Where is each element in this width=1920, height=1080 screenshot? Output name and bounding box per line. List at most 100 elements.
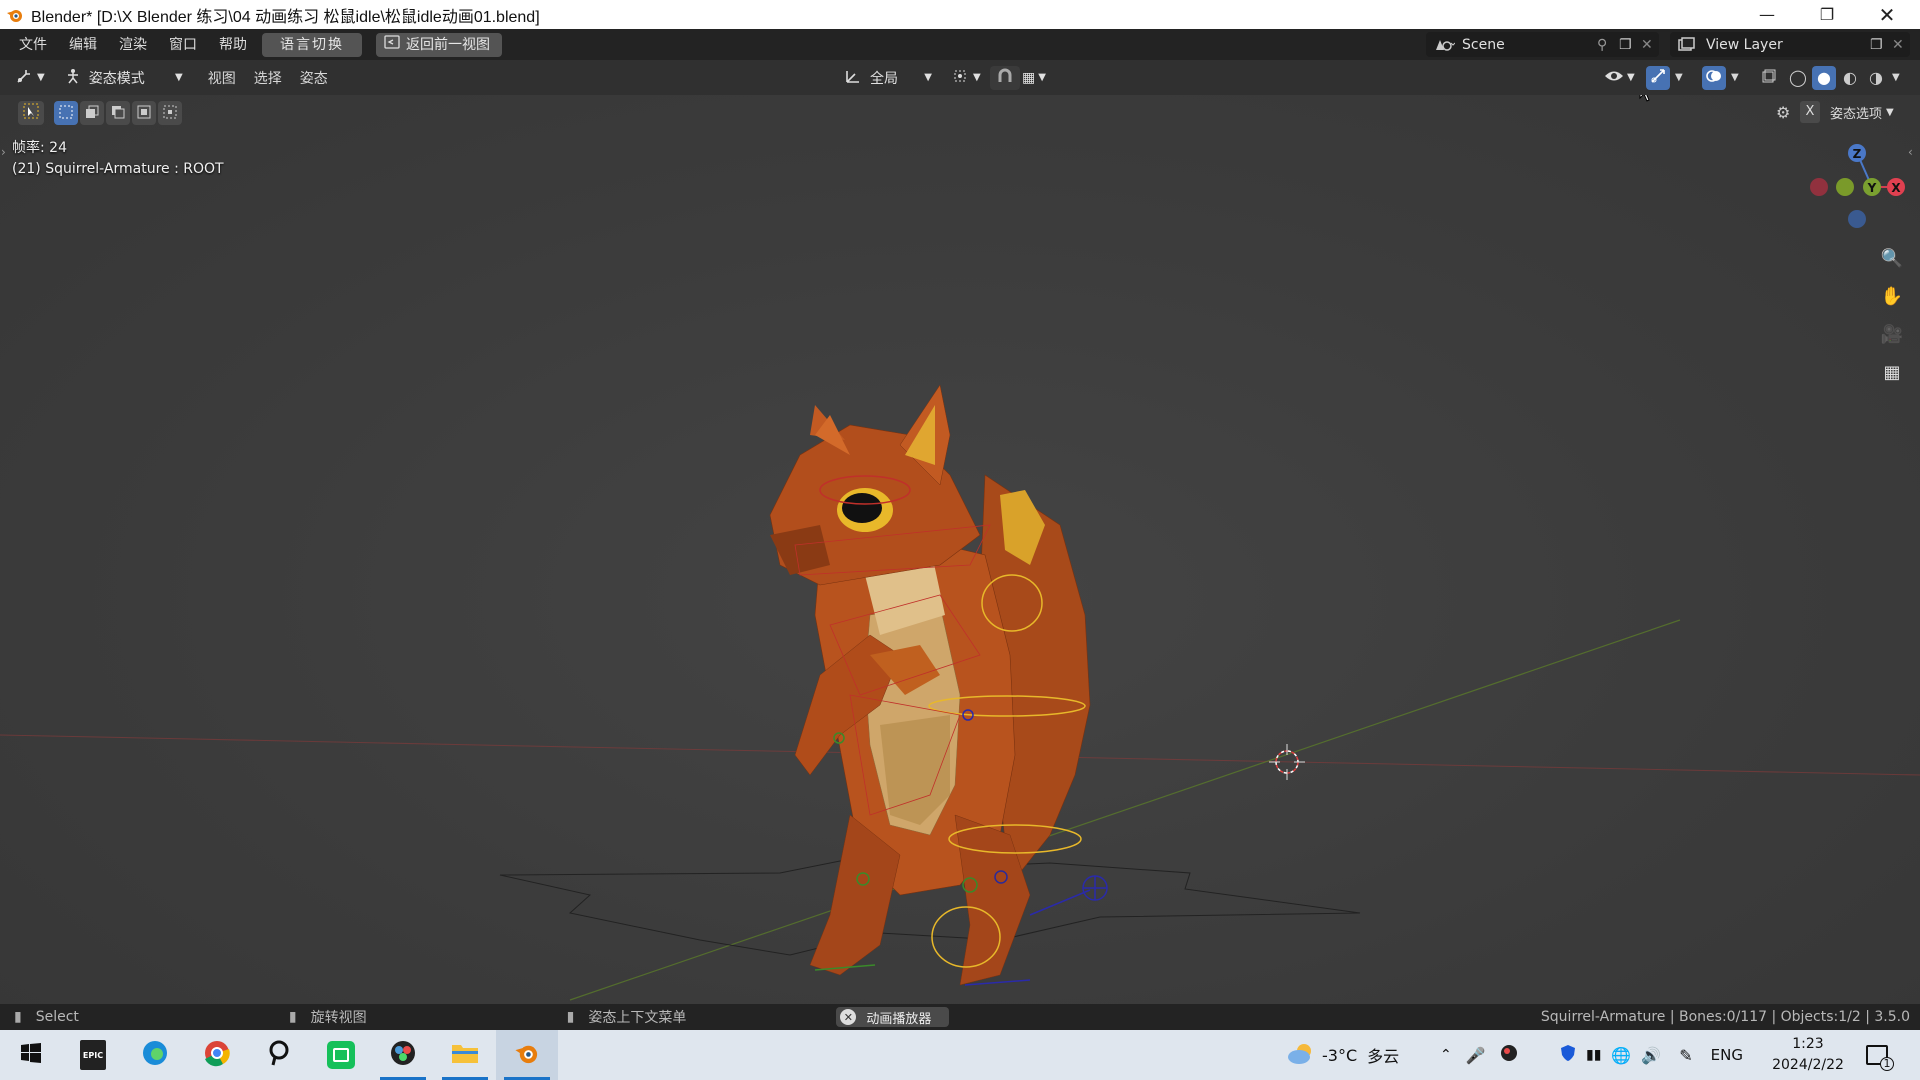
chevron-down-icon: ▼ (175, 72, 183, 83)
hand-icon: ✋ (1880, 285, 1904, 307)
delete-scene-icon[interactable]: ✕ (1641, 37, 1659, 53)
start-button[interactable] (0, 1030, 62, 1080)
zoom-icon: 🔍 (1880, 247, 1904, 269)
chevron-down-icon: ▼ (924, 72, 932, 83)
gizmo-toggle[interactable] (1646, 65, 1670, 90)
status-rotate: 旋转视图 (310, 1010, 367, 1026)
gizmo-icon (1649, 67, 1667, 89)
rendered-shading-button[interactable]: ◑ (1864, 66, 1888, 90)
overlays-chevron-down-icon[interactable]: ▼ (1731, 72, 1739, 83)
mouse-cursor-icon (1639, 95, 1650, 102)
close-button[interactable]: ✕ (1858, 0, 1916, 29)
gizmo-chevron-down-icon[interactable]: ▼ (1675, 72, 1683, 83)
overlays-icon (1705, 67, 1723, 89)
3d-viewport[interactable]: ⚙ X 姿态选项 ▼ › ‹ 帧率: 24 (21) Squirrel-Arma… (0, 95, 1920, 1010)
scene-selector[interactable]: Scene ⚲ ❐ ✕ (1426, 32, 1659, 57)
menu-file[interactable]: 文件 (8, 33, 58, 57)
zoom-button[interactable]: 🔍 (1877, 243, 1907, 273)
editor-type-dropdown[interactable]: ▼ (10, 66, 51, 90)
delete-view-layer-icon[interactable]: ✕ (1892, 37, 1910, 53)
shading-chevron-down-icon[interactable]: ▼ (1892, 72, 1900, 83)
view-layer-selector[interactable]: View Layer ❐ ✕ (1670, 32, 1910, 57)
material-shading-button[interactable]: ◐ (1838, 66, 1862, 90)
pen-icon[interactable]: ✎ (1679, 1046, 1692, 1065)
menu-render[interactable]: 渲染 (108, 33, 158, 57)
scene-statistics: Squirrel-Armature | Bones:0/117 | Object… (1540, 1009, 1910, 1025)
clock-date: 2024/2/22 (1772, 1057, 1844, 1073)
input-language[interactable]: ENG (1711, 1046, 1743, 1064)
wireframe-shading-button[interactable]: ◯ (1786, 66, 1810, 90)
menu-help[interactable]: 帮助 (208, 33, 258, 57)
overlays-toggle[interactable] (1702, 65, 1726, 90)
taskbar-epic-games[interactable]: EPIC (62, 1030, 124, 1080)
new-scene-icon[interactable]: ❐ (1619, 37, 1641, 53)
menu-view[interactable]: 视图 (199, 68, 245, 88)
taskbar-blender[interactable] (496, 1030, 558, 1080)
microphone-icon[interactable]: 🎤 (1466, 1046, 1486, 1065)
language-switch-button[interactable]: 语言切换 (262, 32, 362, 57)
shield-icon[interactable] (1560, 1044, 1576, 1066)
close-icon: ✕ (1878, 2, 1896, 27)
visibility-dropdown[interactable]: ▼ (1598, 66, 1641, 90)
weather-widget[interactable]: -3°C 多云 (1286, 1030, 1399, 1080)
camera-view-button[interactable]: 🎥 (1877, 319, 1907, 349)
xray-toggle[interactable] (1757, 66, 1781, 90)
perspective-toggle-button[interactable]: ▦ (1877, 357, 1907, 387)
rendered-sphere-icon: ◑ (1869, 68, 1883, 87)
menu-pose[interactable]: 姿态 (291, 68, 337, 88)
mouse-left-icon: ▮ (14, 1009, 22, 1025)
davinci-icon (389, 1039, 417, 1071)
scene-canvas (0, 384, 1920, 1001)
taskbar-iqiyi[interactable] (310, 1030, 372, 1080)
windows-logo-icon (20, 1042, 42, 1068)
clock-time: 1:23 (1792, 1036, 1824, 1052)
taskbar-davinci[interactable] (372, 1030, 434, 1080)
volume-icon[interactable]: 🔊 (1641, 1046, 1661, 1065)
snap-target-dropdown[interactable]: ▦ ▼ (1016, 66, 1052, 90)
taskbar-edge[interactable] (124, 1030, 186, 1080)
tray-expand-chevron-up-icon[interactable]: ⌃ (1440, 1047, 1452, 1063)
blender-topbar: 文件 编辑 渲染 窗口 帮助 语言切换 返回前一视图 Scene ⚲ ❐ ✕ V… (0, 29, 1920, 60)
battery-icon[interactable]: ▮▮ (1586, 1047, 1601, 1063)
mouse-middle-icon: ▮ (288, 1009, 297, 1025)
chevron-down-icon: ▼ (37, 72, 45, 83)
chevron-down-icon: ▼ (973, 72, 981, 83)
anim-player-badge[interactable]: ✕ 动画播放器 (836, 1007, 950, 1027)
network-globe-icon[interactable]: 🌐 (1611, 1046, 1631, 1065)
mode-dropdown[interactable]: 姿态模式 ▼ (59, 66, 189, 90)
wireframe-sphere-icon: ◯ (1789, 68, 1807, 87)
view-layer-name: View Layer (1706, 36, 1783, 53)
window-title: Blender* [D:\X Blender 练习\04 动画练习 松鼠idle… (31, 8, 540, 26)
minimize-button[interactable]: — (1738, 0, 1796, 29)
clock[interactable]: 1:23 2024/2/22 (1768, 1030, 1848, 1080)
transform-orientation-dropdown[interactable]: 全局 ▼ (838, 66, 938, 90)
mode-label: 姿态模式 (88, 70, 145, 87)
davinci-tray-icon[interactable] (1500, 1044, 1518, 1066)
camera-icon: 🎥 (1880, 323, 1904, 345)
windows-taskbar: EPIC -3°C 多云 ⌃ 🎤 ▮▮ 🌐 🔊 ✎ ENG 1:23 2024/… (0, 1030, 1920, 1080)
pivot-point-dropdown[interactable]: ▼ (946, 66, 987, 90)
menu-edit[interactable]: 编辑 (58, 33, 108, 57)
solid-shading-button[interactable]: ● (1812, 65, 1836, 90)
window-titlebar: Blender* [D:\X Blender 练习\04 动画练习 松鼠idle… (0, 0, 1920, 29)
weather-temperature: -3°C (1322, 1045, 1358, 1065)
squirrel-model (769, 384, 1091, 986)
menu-window[interactable]: 窗口 (158, 33, 208, 57)
pin-icon[interactable]: ⚲ (1597, 37, 1619, 53)
cancel-icon[interactable]: ✕ (840, 1009, 857, 1025)
back-to-previous-button[interactable]: 返回前一视图 (376, 32, 502, 57)
cloudy-weather-icon (1286, 1041, 1316, 1069)
notification-center-button[interactable]: 1 (1866, 1030, 1894, 1080)
grid-perspective-icon: ▦ (1883, 361, 1901, 383)
gizmo-neg-y (1836, 178, 1854, 196)
new-view-layer-icon[interactable]: ❐ (1870, 37, 1892, 53)
edge-icon (141, 1039, 169, 1071)
taskbar-search-app[interactable] (248, 1030, 310, 1080)
system-status-icons: ▮▮ 🌐 🔊 ✎ ENG (1560, 1030, 1743, 1080)
menu-select[interactable]: 选择 (245, 68, 291, 88)
restore-button[interactable]: ❐ (1798, 0, 1856, 29)
taskbar-chrome[interactable] (186, 1030, 248, 1080)
navigation-gizmo[interactable]: Z Y X (1800, 133, 1920, 253)
pan-button[interactable]: ✋ (1877, 281, 1907, 311)
taskbar-file-explorer[interactable] (434, 1030, 496, 1080)
